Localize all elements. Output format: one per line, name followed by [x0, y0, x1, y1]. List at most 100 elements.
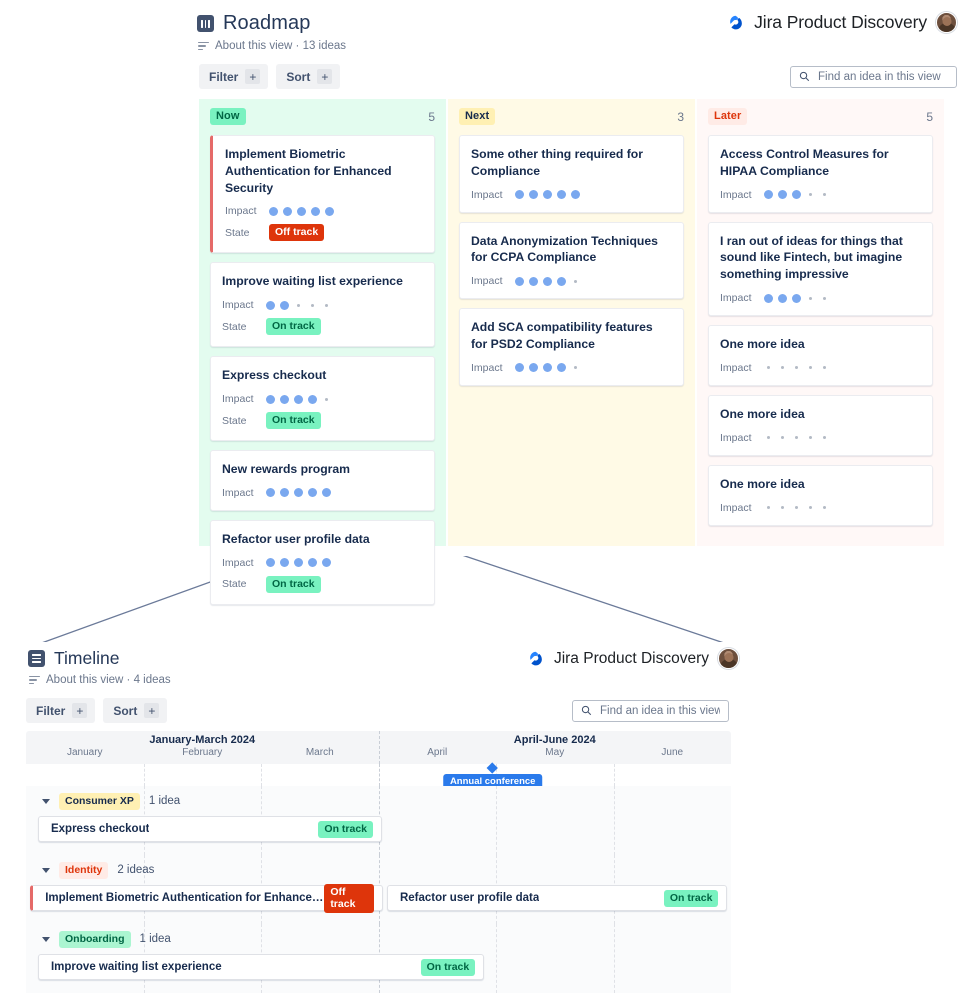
- impact-rating-dots[interactable]: [764, 190, 829, 199]
- user-avatar[interactable]: [718, 648, 739, 669]
- idea-card[interactable]: Data Anonymization Techniques for CCPA C…: [459, 222, 684, 300]
- impact-field[interactable]: Impact: [222, 487, 423, 499]
- state-label: State: [225, 227, 259, 239]
- impact-field[interactable]: Impact: [225, 205, 423, 217]
- chevron-down-icon[interactable]: [42, 799, 50, 804]
- impact-field[interactable]: Impact: [720, 189, 921, 201]
- quarter-months: AprilMayJune: [379, 746, 732, 758]
- timeline-search[interactable]: [572, 700, 729, 722]
- timeline-view-icon: [28, 650, 45, 667]
- roadmap-subtitle[interactable]: About this view · 13 ideas: [215, 40, 346, 52]
- impact-rating-dots[interactable]: [266, 558, 331, 567]
- swimlane-bars: Improve waiting list experienceOn track: [26, 954, 731, 993]
- impact-field[interactable]: Impact: [720, 292, 921, 304]
- column-count: 5: [428, 110, 435, 124]
- idea-card[interactable]: Some other thing required for Compliance…: [459, 135, 684, 213]
- user-avatar[interactable]: [936, 12, 957, 33]
- impact-rating-dots[interactable]: [764, 294, 829, 303]
- idea-card[interactable]: Access Control Measures for HIPAA Compli…: [708, 135, 933, 213]
- timeline-idea-bar[interactable]: Improve waiting list experienceOn track: [38, 954, 484, 980]
- state-field[interactable]: StateOn track: [222, 318, 423, 335]
- impact-dot-filled: [280, 558, 289, 567]
- state-field[interactable]: State On track: [222, 576, 423, 593]
- impact-dot-empty: [767, 506, 770, 509]
- state-field[interactable]: StateOn track: [222, 412, 423, 429]
- impact-field[interactable]: Impact: [720, 362, 921, 374]
- impact-rating-dots[interactable]: [764, 436, 829, 439]
- status-badge: On track: [266, 576, 321, 593]
- timeline-sort-button[interactable]: Sort +: [103, 698, 167, 723]
- impact-rating-dots[interactable]: [515, 277, 580, 286]
- column-label-chip: Next: [459, 108, 495, 125]
- filter-label: Filter: [36, 704, 65, 718]
- impact-dot-filled: [557, 277, 566, 286]
- impact-field[interactable]: Impact: [471, 362, 672, 374]
- idea-card[interactable]: Refactor user profile dataImpactStateOn …: [210, 520, 435, 605]
- diamond-icon: [487, 762, 498, 773]
- quarter-months: JanuaryFebruaryMarch: [26, 746, 379, 758]
- impact-rating-dots[interactable]: [266, 395, 331, 404]
- impact-field[interactable]: Impact: [471, 275, 672, 287]
- impact-field[interactable]: Impact: [222, 557, 423, 569]
- impact-dot-filled: [325, 207, 334, 216]
- status-badge: Off track: [269, 224, 324, 241]
- impact-dot-filled: [764, 190, 773, 199]
- timeline-subtitle[interactable]: About this view · 4 ideas: [46, 674, 171, 686]
- state-field[interactable]: State Off track: [225, 224, 423, 241]
- roadmap-title-block: Roadmap About this view · 13 ideas: [197, 12, 346, 52]
- idea-card[interactable]: New rewards program Impact: [210, 450, 435, 511]
- state-label: State: [222, 578, 256, 590]
- timeline-idea-bar[interactable]: Refactor user profile dataOn track: [387, 885, 728, 911]
- impact-field[interactable]: Impact: [720, 432, 921, 444]
- idea-title: New rewards program: [222, 461, 423, 478]
- idea-title: Add SCA compatibility features for PSD2 …: [471, 319, 672, 353]
- idea-card[interactable]: Implement Biometric Authentication for E…: [210, 135, 435, 253]
- impact-rating-dots[interactable]: [515, 363, 580, 372]
- timeline-search-input[interactable]: [600, 705, 720, 717]
- roadmap-toolbar: Filter + Sort +: [195, 52, 973, 99]
- impact-field[interactable]: Impact: [222, 299, 423, 311]
- idea-title: Express checkout: [51, 823, 149, 835]
- idea-card[interactable]: I ran out of ideas for things that sound…: [708, 222, 933, 316]
- impact-rating-dots[interactable]: [266, 301, 331, 310]
- chevron-down-icon[interactable]: [42, 937, 50, 942]
- impact-dot-filled: [557, 363, 566, 372]
- swimlane-header[interactable]: Consumer XP1 idea: [26, 786, 731, 816]
- impact-rating-dots[interactable]: [764, 366, 829, 369]
- impact-label: Impact: [720, 292, 754, 304]
- impact-dot-filled: [294, 395, 303, 404]
- idea-card[interactable]: Express checkoutImpactStateOn track: [210, 356, 435, 441]
- timeline-panel: Timeline About this view · 4 ideas Jira …: [26, 642, 741, 999]
- idea-card[interactable]: One more ideaImpact: [708, 465, 933, 526]
- impact-field[interactable]: Impact: [222, 393, 423, 405]
- search-input[interactable]: [818, 71, 948, 83]
- impact-rating-dots[interactable]: [764, 506, 829, 509]
- impact-field[interactable]: Impact: [720, 502, 921, 514]
- impact-rating-dots[interactable]: [515, 190, 580, 199]
- idea-card[interactable]: One more idea Impact: [708, 325, 933, 386]
- filter-button[interactable]: Filter +: [199, 64, 268, 89]
- sort-button[interactable]: Sort +: [276, 64, 340, 89]
- impact-dot-filled: [269, 207, 278, 216]
- impact-rating-dots[interactable]: [266, 488, 331, 497]
- month-label: May: [496, 746, 614, 758]
- timeline-idea-bar[interactable]: Implement Biometric Authentication for E…: [30, 885, 383, 911]
- impact-dot-empty: [574, 280, 577, 283]
- timeline-body: Annual conferenceConsumer XP1 ideaExpres…: [26, 764, 731, 993]
- idea-card[interactable]: Improve waiting list experienceImpactSta…: [210, 262, 435, 347]
- idea-title: One more idea: [720, 336, 921, 353]
- roadmap-search[interactable]: [790, 66, 957, 88]
- swimlane-header[interactable]: Onboarding1 idea: [26, 924, 731, 954]
- timeline-idea-bar[interactable]: Express checkoutOn track: [38, 816, 382, 842]
- chevron-down-icon[interactable]: [42, 868, 50, 873]
- impact-rating-dots[interactable]: [269, 207, 334, 216]
- idea-card[interactable]: Add SCA compatibility features for PSD2 …: [459, 308, 684, 386]
- timeline-filter-button[interactable]: Filter +: [26, 698, 95, 723]
- idea-title: Implement Biometric Authentication for E…: [225, 146, 423, 196]
- impact-label: Impact: [222, 487, 256, 499]
- impact-dot-empty: [823, 366, 826, 369]
- idea-card[interactable]: One more ideaImpact: [708, 395, 933, 456]
- swimlane-header[interactable]: Identity2 ideas: [26, 855, 731, 885]
- impact-dot-empty: [809, 193, 812, 196]
- impact-field[interactable]: Impact: [471, 189, 672, 201]
